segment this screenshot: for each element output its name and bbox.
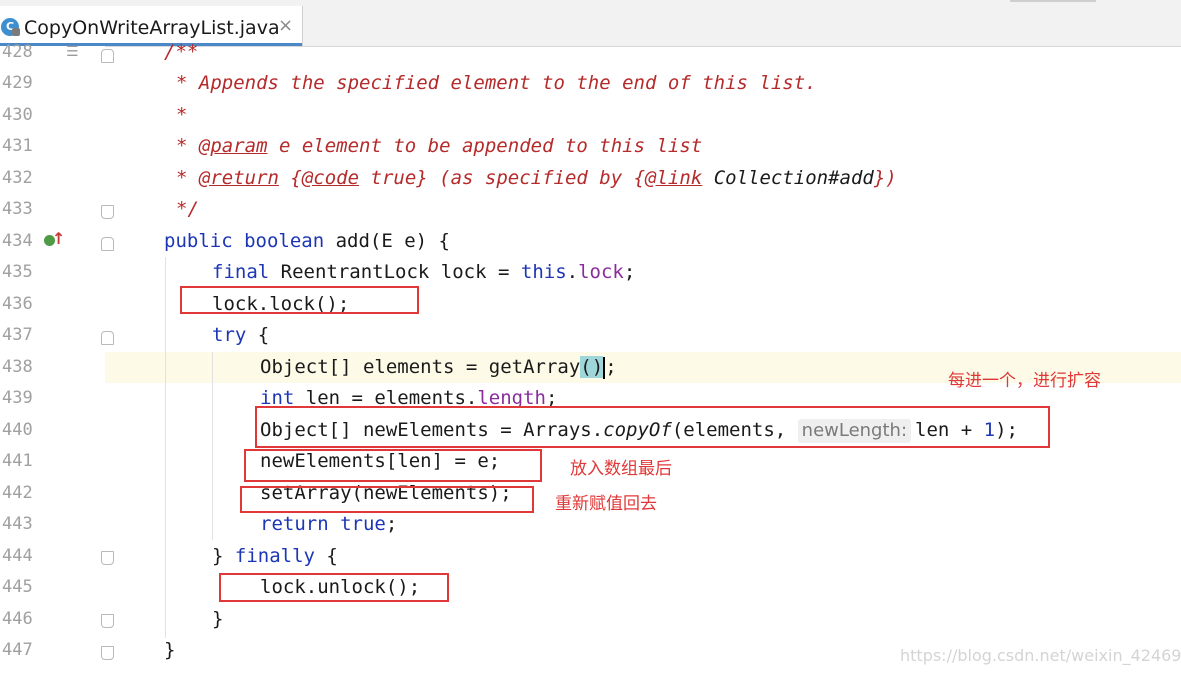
line-number: 446 <box>2 609 33 629</box>
indent-guide <box>165 257 166 638</box>
code-line-435: final ReentrantLock lock = this.lock; <box>212 261 636 283</box>
tabbar-decoration <box>1010 0 1096 2</box>
annotation-note-reassign: 重新赋值回去 <box>555 494 657 514</box>
highlight-box-lock <box>180 286 419 314</box>
code-line-447: } <box>164 639 176 661</box>
annotation-note-put-last: 放入数组最后 <box>570 459 672 479</box>
code-line-446: } <box>212 608 224 630</box>
highlight-box-assign <box>244 449 542 482</box>
code-line-428: /** <box>164 41 199 63</box>
line-number: 431 <box>2 136 33 156</box>
line-number: 434 <box>2 231 33 251</box>
line-number: 444 <box>2 546 33 566</box>
tab-title: CopyOnWriteArrayList.java <box>24 17 280 39</box>
line-number: 438 <box>2 357 33 377</box>
readonly-lock-icon <box>12 28 20 36</box>
fold-marker-icon[interactable] <box>101 614 114 628</box>
fold-marker-icon[interactable] <box>101 551 114 565</box>
code-line-430: * <box>176 104 188 126</box>
code-line-429: * Appends the specified element to the e… <box>176 72 817 94</box>
line-number: 432 <box>2 168 33 188</box>
code-line-438: Object[] elements = getArray(); <box>260 356 617 379</box>
doc-comment-icon[interactable]: ☰ <box>66 44 79 60</box>
code-line-437: try { <box>212 324 270 346</box>
fold-marker-icon[interactable] <box>101 331 114 345</box>
watermark: https://blog.csdn.net/weixin_42469070 <box>900 646 1181 665</box>
highlight-box-unlock <box>219 573 449 602</box>
highlight-box-copyof <box>255 406 1050 448</box>
line-number: 436 <box>2 294 33 314</box>
line-number: 442 <box>2 483 33 503</box>
line-number: 445 <box>2 577 33 597</box>
code-line-432: * @return {@code true} (as specified by … <box>176 167 897 189</box>
tab-copyonwritearraylist[interactable]: C CopyOnWriteArrayList.java × <box>0 6 303 46</box>
line-number: 429 <box>2 73 33 93</box>
line-number: 441 <box>2 451 33 471</box>
code-line-431: * @param e element to be appended to thi… <box>176 135 703 157</box>
override-arrow-icon[interactable]: ↑ <box>52 229 65 248</box>
highlight-box-setarray <box>240 486 534 513</box>
line-number: 428 <box>2 42 33 62</box>
line-number: 439 <box>2 388 33 408</box>
line-number: 430 <box>2 105 33 125</box>
close-icon[interactable]: × <box>278 15 293 36</box>
code-line-443: return true; <box>260 513 398 535</box>
fold-marker-icon[interactable] <box>101 237 114 251</box>
annotation-note-grow: 每进一个，进行扩容 <box>948 371 1101 391</box>
line-number: 435 <box>2 262 33 282</box>
line-number: 443 <box>2 514 33 534</box>
line-number: 437 <box>2 325 33 345</box>
line-number: 433 <box>2 199 33 219</box>
fold-marker-icon[interactable] <box>101 49 114 63</box>
code-line-434: public boolean add(E e) { <box>164 230 450 252</box>
indent-guide <box>212 352 213 540</box>
code-line-433: */ <box>176 198 199 220</box>
fold-marker-icon[interactable] <box>101 646 114 660</box>
code-line-444: } finally { <box>212 545 338 567</box>
line-number: 447 <box>2 640 33 660</box>
fold-marker-icon[interactable] <box>101 205 114 219</box>
line-number: 440 <box>2 420 33 440</box>
